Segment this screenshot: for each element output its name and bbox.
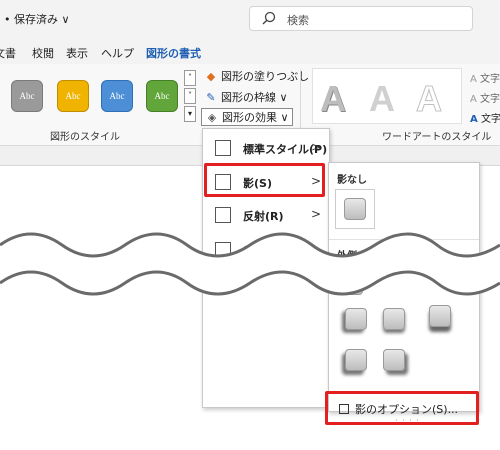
tab-review-doc[interactable]: 文書 [0,45,16,61]
text-effects-icon: A [470,114,478,125]
search-icon [262,11,276,25]
shape-style-preset-gray[interactable]: Abc [11,80,43,112]
ribbon-tabs: 文書 校閲 表示 ヘルプ 図形の書式 [0,38,500,67]
wave-cut-separator [0,232,500,296]
outer-shadow-6[interactable] [429,305,451,327]
shape-tile [344,198,366,220]
wordart-preset-2[interactable]: A [369,78,395,120]
menu-item-preset[interactable]: 標準スタイル(P) > [203,133,329,163]
save-status[interactable]: • 保存済み ∨ [4,11,70,27]
wordart-preset-1[interactable]: A [320,78,346,120]
tab-shape-format[interactable]: 図形の書式 [146,45,201,67]
reflection-icon [215,207,231,223]
highlight-shadow-options [325,391,479,425]
text-outline-button[interactable]: A 文字 [470,90,500,105]
shape-style-preset-blue[interactable]: Abc [101,80,133,112]
text-effects-button[interactable]: A 文字 [470,110,500,125]
title-bar: • 保存済み ∨ 検索 [0,0,500,38]
no-shadow-option[interactable] [335,189,375,229]
group-divider [300,70,301,130]
outer-shadow-4[interactable] [345,308,367,330]
gallery-scroll-up[interactable]: ˄ [184,70,196,86]
outer-shadow-7[interactable] [345,349,367,371]
text-outline-icon: A [470,94,477,105]
tab-help[interactable]: ヘルプ [101,45,134,61]
shape-outline-button[interactable]: ✎ 図形の枠線 ∨ [204,89,287,105]
tab-review[interactable]: 校閲 [32,45,54,61]
tab-view[interactable]: 表示 [66,45,88,61]
pen-icon: ✎ [206,91,216,104]
outer-shadow-5[interactable] [383,308,405,330]
outer-shadow-8[interactable] [383,349,405,371]
search-box[interactable]: 検索 [249,6,473,31]
gallery-more[interactable]: ▾ [184,106,196,122]
search-placeholder: 検索 [287,14,309,27]
shape-styles-group-label: 図形のスタイル [50,132,120,143]
effects-icon: ◈ [207,111,217,124]
gallery-scroll-down[interactable]: ˅ [184,88,196,104]
text-fill-button[interactable]: A 文字 [470,70,500,85]
shape-effects-button[interactable]: ◈ 図形の効果 ∨ [201,108,293,126]
preset-icon [215,140,231,156]
wordart-preset-3[interactable]: A [416,78,443,120]
text-fill-icon: A [470,74,477,85]
shape-style-preset-green[interactable]: Abc [146,80,178,112]
wordart-styles-group-label: ワードアートのスタイル [382,132,492,143]
chevron-right-icon: > [310,207,321,221]
highlight-shadow [204,163,325,197]
shape-style-preset-yellow[interactable]: Abc [57,80,89,112]
shape-fill-button[interactable]: ◆ 図形の塗りつぶし ∨ [204,68,321,84]
chevron-right-icon: > [310,140,321,154]
paint-bucket-icon: ◆ [206,70,216,83]
no-shadow-heading: 影なし [337,175,367,186]
